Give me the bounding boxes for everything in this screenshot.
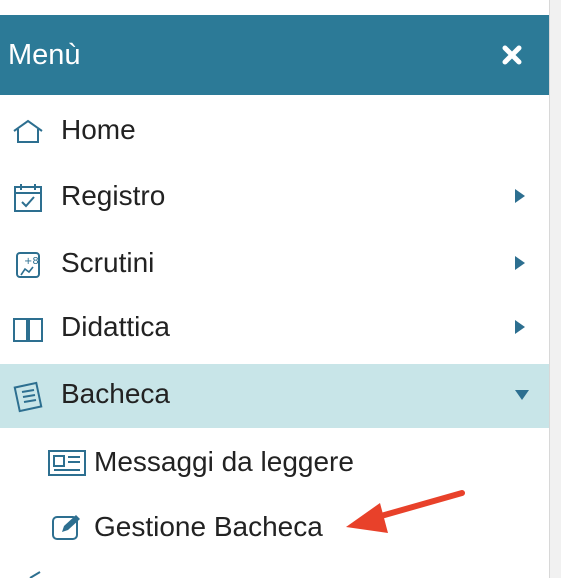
board-icon xyxy=(13,381,43,413)
menu-item-didattica[interactable]: Didattica xyxy=(0,297,549,357)
top-strip xyxy=(0,0,549,12)
menu-item-label: Home xyxy=(61,114,136,145)
annotation-arrow-icon xyxy=(346,490,465,533)
partial-icon xyxy=(29,571,41,578)
menu-item-label: Registro xyxy=(61,180,166,211)
menu-item-label: Didattica xyxy=(61,311,170,342)
scrutini-icon: +8 xyxy=(16,252,40,278)
caret-right-icon[interactable] xyxy=(513,318,527,336)
submenu-item-label: Gestione Bacheca xyxy=(94,511,323,542)
caret-right-icon[interactable] xyxy=(513,187,527,205)
scrollbar-edge[interactable] xyxy=(549,0,561,578)
svg-text:+8: +8 xyxy=(24,256,39,267)
calendar-check-icon xyxy=(14,184,42,212)
menu-item-scrutini[interactable]: +8 Scrutini xyxy=(0,233,549,293)
submenu-item-label: Messaggi da leggere xyxy=(94,446,354,477)
edit-icon xyxy=(52,515,80,540)
book-icon xyxy=(13,318,43,342)
next-menu-item-partial xyxy=(0,568,549,578)
menu-item-bacheca[interactable]: Bacheca xyxy=(0,364,549,428)
caret-right-icon[interactable] xyxy=(513,254,527,272)
menu-header: Menù xyxy=(0,15,549,95)
submenu-item-messaggi[interactable]: Messaggi da leggere xyxy=(0,432,549,492)
close-icon[interactable] xyxy=(501,42,523,68)
menu-item-home[interactable]: Home xyxy=(0,100,549,160)
menu-item-label: Scrutini xyxy=(61,247,155,278)
caret-down-icon[interactable] xyxy=(513,388,531,402)
newspaper-icon xyxy=(48,450,86,476)
menu-item-registro[interactable]: Registro xyxy=(0,166,549,226)
menu-item-label: Bacheca xyxy=(61,378,170,409)
home-icon xyxy=(13,119,43,143)
menu-title: Menù xyxy=(8,39,81,71)
